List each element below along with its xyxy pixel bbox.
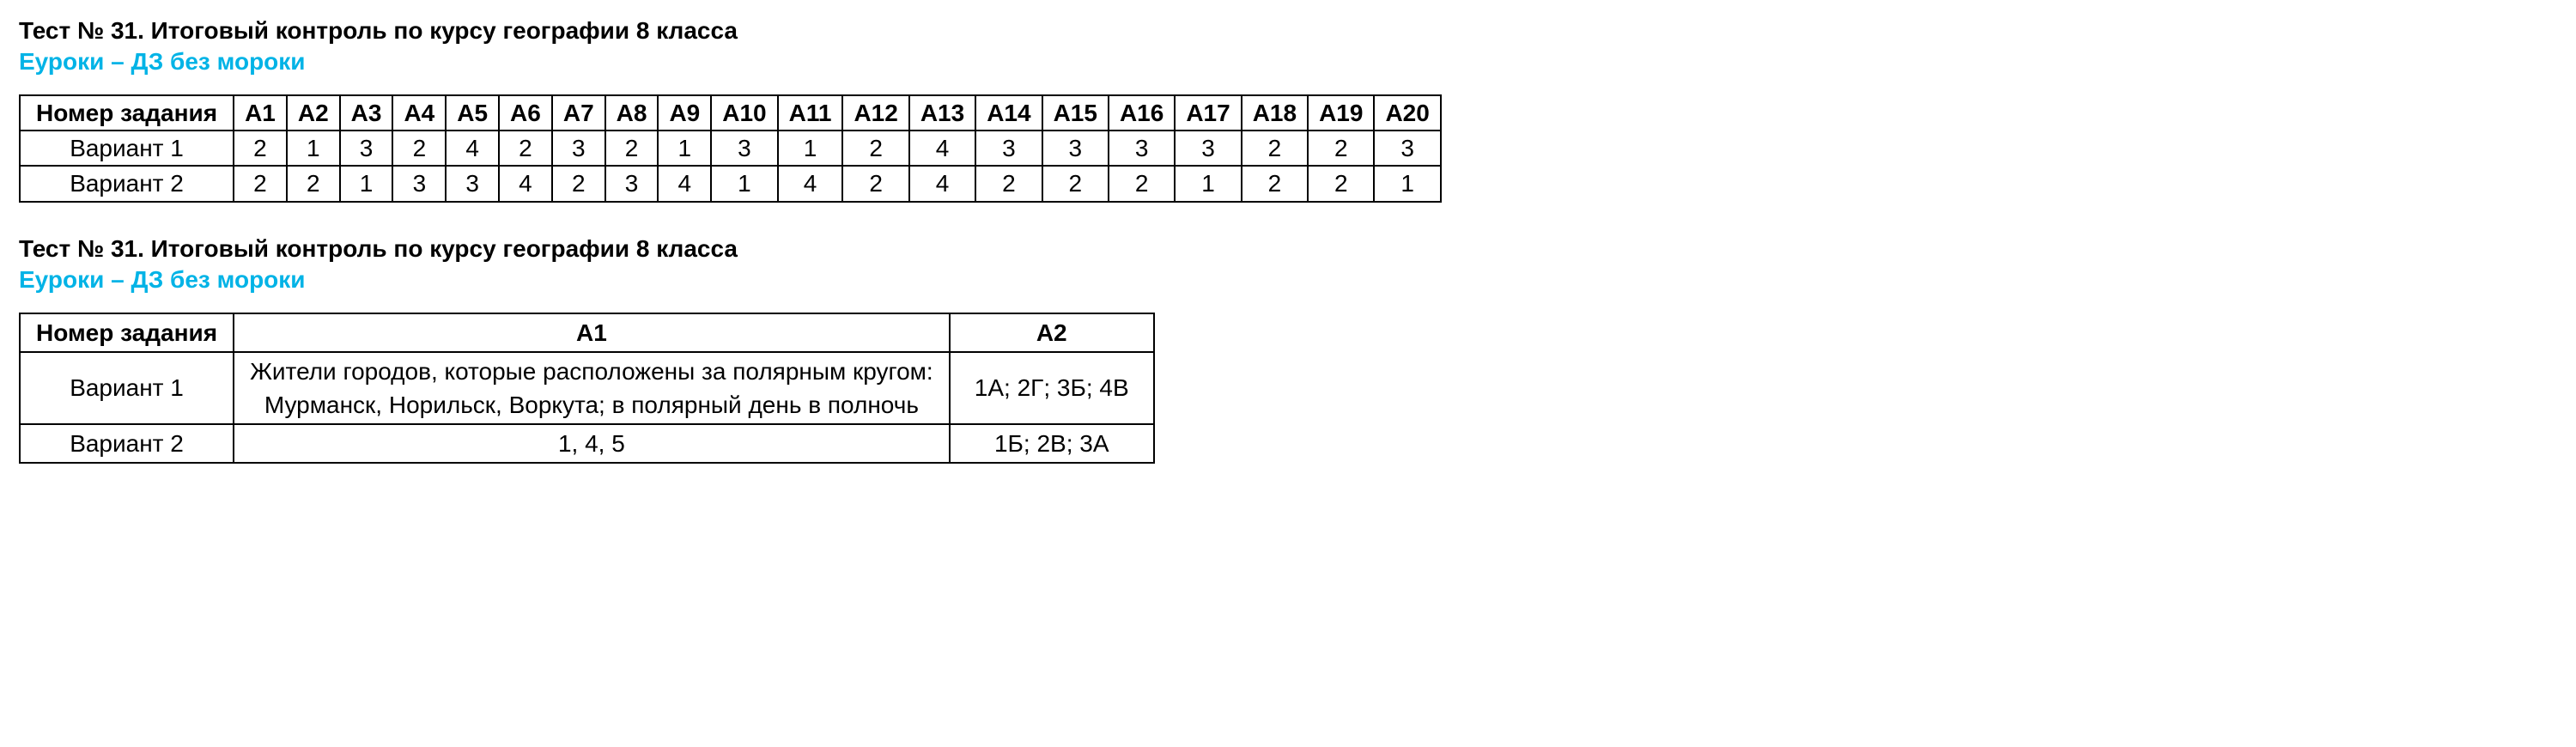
table1-col: А19	[1308, 95, 1374, 131]
cell: 2	[975, 166, 1042, 201]
table1-col: А5	[446, 95, 499, 131]
cell: 2	[234, 166, 287, 201]
cell: 1	[287, 131, 340, 166]
answers-table-1: Номер задания А1 А2 А3 А4 А5 А6 А7 А8 А9…	[19, 94, 1442, 203]
a1-line1: Жители городов, которые расположены за п…	[250, 358, 933, 385]
table1-header-row: Номер задания А1 А2 А3 А4 А5 А6 А7 А8 А9…	[20, 95, 1441, 131]
cell: 2	[552, 166, 605, 201]
table2-row-label: Вариант 1	[20, 352, 234, 424]
section2-subtitle: Еуроки – ДЗ без мороки	[19, 266, 2557, 294]
cell: 3	[711, 131, 777, 166]
table2-a1-cell: Жители городов, которые расположены за п…	[234, 352, 950, 424]
table1-col: А9	[658, 95, 711, 131]
table1-col: А2	[287, 95, 340, 131]
cell: 1	[1175, 166, 1241, 201]
section1-title: Тест № 31. Итоговый контроль по курсу ге…	[19, 17, 2557, 45]
answers-table-2: Номер задания А1 А2 Вариант 1 Жители гор…	[19, 313, 1155, 465]
table1-row-label: Вариант 1	[20, 131, 234, 166]
cell: 4	[658, 166, 711, 201]
table1-col: А16	[1109, 95, 1175, 131]
cell: 1	[340, 166, 393, 201]
cell: 4	[778, 166, 843, 201]
table1-col: А18	[1242, 95, 1308, 131]
cell: 3	[1042, 131, 1109, 166]
table2-col-a2: А2	[950, 313, 1154, 352]
table1-col: А1	[234, 95, 287, 131]
cell: 2	[1242, 131, 1308, 166]
table1-col: А8	[605, 95, 659, 131]
cell: 2	[605, 131, 659, 166]
table2-row-variant1: Вариант 1 Жители городов, которые распол…	[20, 352, 1154, 424]
table1-col: А7	[552, 95, 605, 131]
cell: 3	[340, 131, 393, 166]
table1-col: А20	[1374, 95, 1440, 131]
cell: 2	[842, 166, 908, 201]
cell: 2	[287, 166, 340, 201]
table2-a2-cell: 1А; 2Г; 3Б; 4В	[950, 352, 1154, 424]
cell: 2	[842, 131, 908, 166]
table2-col-a1: А1	[234, 313, 950, 352]
table1-col: А3	[340, 95, 393, 131]
cell: 4	[446, 131, 499, 166]
cell: 3	[605, 166, 659, 201]
section1-subtitle: Еуроки – ДЗ без мороки	[19, 48, 2557, 76]
cell: 3	[1374, 131, 1440, 166]
cell: 1	[778, 131, 843, 166]
cell: 2	[499, 131, 552, 166]
table1-col: А15	[1042, 95, 1109, 131]
table2-a2-cell: 1Б; 2В; 3А	[950, 424, 1154, 463]
a1-line2: Мурманск, Норильск, Воркута; в полярный …	[264, 392, 919, 418]
table1-col: А17	[1175, 95, 1241, 131]
cell: 2	[1308, 131, 1374, 166]
table2-header-label: Номер задания	[20, 313, 234, 352]
table1-col: А6	[499, 95, 552, 131]
cell: 3	[975, 131, 1042, 166]
cell: 4	[909, 131, 975, 166]
table2-a1-cell: 1, 4, 5	[234, 424, 950, 463]
cell: 4	[909, 166, 975, 201]
table1-row-variant1: Вариант 1 2 1 3 2 4 2 3 2 1 3 1 2 4 3 3 …	[20, 131, 1441, 166]
table2-header-row: Номер задания А1 А2	[20, 313, 1154, 352]
table1-row-label: Вариант 2	[20, 166, 234, 201]
table1-col: А13	[909, 95, 975, 131]
cell: 1	[658, 131, 711, 166]
cell: 3	[392, 166, 446, 201]
table2-row-variant2: Вариант 2 1, 4, 5 1Б; 2В; 3А	[20, 424, 1154, 463]
table1-col: А11	[778, 95, 843, 131]
cell: 4	[499, 166, 552, 201]
table1-col: А4	[392, 95, 446, 131]
cell: 3	[1175, 131, 1241, 166]
cell: 2	[392, 131, 446, 166]
cell: 2	[1242, 166, 1308, 201]
cell: 1	[711, 166, 777, 201]
cell: 2	[234, 131, 287, 166]
table1-col: А14	[975, 95, 1042, 131]
table1-header-label: Номер задания	[20, 95, 234, 131]
table1-col: А10	[711, 95, 777, 131]
cell: 2	[1109, 166, 1175, 201]
section2-title: Тест № 31. Итоговый контроль по курсу ге…	[19, 235, 2557, 263]
cell: 3	[1109, 131, 1175, 166]
cell: 1	[1374, 166, 1440, 201]
table1-row-variant2: Вариант 2 2 2 1 3 3 4 2 3 4 1 4 2 4 2 2 …	[20, 166, 1441, 201]
cell: 3	[552, 131, 605, 166]
cell: 2	[1042, 166, 1109, 201]
cell: 3	[446, 166, 499, 201]
cell: 2	[1308, 166, 1374, 201]
table2-row-label: Вариант 2	[20, 424, 234, 463]
table1-col: А12	[842, 95, 908, 131]
